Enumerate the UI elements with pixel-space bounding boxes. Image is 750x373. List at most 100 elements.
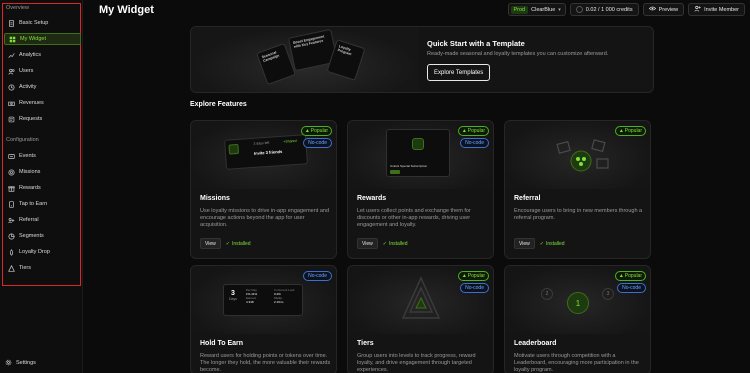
sidebar-item-basic-setup[interactable]: Basic Setup [4, 17, 81, 29]
card-actions: View ✓ Installed [357, 238, 408, 249]
sidebar: Overview Basic Setup My Widget Analytics… [0, 0, 83, 373]
template-preview-image: Seasonal Campaign Boost Engagement with … [191, 27, 419, 92]
sidebar-highlight-box [2, 3, 81, 286]
flame-icon: ▲ [618, 128, 624, 134]
card-description: Let users collect points and exchange th… [357, 208, 471, 228]
sidebar-item-label: Missions [19, 169, 41, 175]
explore-features-title: Explore Features [190, 101, 247, 108]
sidebar-item-tap-to-earn[interactable]: Tap to Earn [4, 198, 81, 210]
eye-icon [648, 5, 656, 14]
sidebar-item-referral[interactable]: Referral [4, 214, 81, 226]
feature-card-referral[interactable]: ▲ Popular Referral Encourage users to bri… [504, 120, 651, 259]
gear-icon [4, 358, 13, 367]
sidebar-item-requests[interactable]: Requests [4, 113, 81, 125]
chart-icon [7, 51, 16, 60]
sidebar-item-loyalty-drop[interactable]: Loyalty Drop [4, 246, 81, 258]
section-overview-label: Overview [6, 5, 29, 11]
sidebar-item-revenues[interactable]: Revenues [4, 97, 81, 109]
installed-label: Installed [231, 240, 251, 247]
sidebar-item-users[interactable]: Users [4, 65, 81, 77]
rank-1-medal: 1 [567, 292, 589, 314]
gift-icon [556, 139, 609, 172]
stat-value: 4 348 [246, 300, 254, 304]
no-code-badge: No-code [617, 283, 646, 293]
reward-label: Unlock Special Subscription [390, 164, 428, 168]
hold-days-number: 3 [231, 290, 235, 297]
settings-label: Settings [16, 359, 36, 366]
sidebar-item-segments[interactable]: Segments [4, 230, 81, 242]
card-title: Rewards [357, 195, 387, 202]
sidebar-item-missions[interactable]: Missions [4, 166, 81, 178]
sidebar-item-label: Basic Setup [19, 20, 49, 26]
rewards-icon [7, 184, 16, 193]
project-selector[interactable]: Prod ClearBlue ▾ [507, 3, 566, 16]
check-icon: ✓ [382, 240, 387, 247]
sidebar-item-activity[interactable]: Activity [4, 81, 81, 93]
card-actions: View ✓ Installed [200, 238, 251, 249]
view-button[interactable]: View [357, 238, 378, 249]
sidebar-item-rewards[interactable]: Rewards [4, 182, 81, 194]
mission-days: 3 days left [253, 140, 270, 146]
sidebar-item-analytics[interactable]: Analytics [4, 49, 81, 61]
card-description: Use loyalty missions to drive in-app eng… [200, 208, 330, 228]
view-button[interactable]: View [200, 238, 221, 249]
explore-templates-button[interactable]: Explore Templates [427, 64, 491, 81]
sidebar-item-my-widget[interactable]: My Widget [4, 33, 81, 45]
badges: ▲ Popular No-code [457, 126, 489, 148]
sidebar-item-events[interactable]: Events [4, 150, 81, 162]
popular-badge: ▲ Popular [457, 126, 489, 136]
sidebar-item-label: Activity [19, 84, 37, 90]
hold-days-unit: Days [229, 297, 237, 301]
users-icon [7, 67, 16, 76]
sidebar-item-tiers[interactable]: Tiers [4, 262, 81, 274]
sidebar-item-label: Events [19, 153, 36, 159]
rank-3-medal: 3 [602, 288, 614, 300]
missions-icon [7, 168, 16, 177]
sidebar-item-label: Loyalty Drop [19, 249, 50, 255]
popular-badge: ▲ Popular [457, 271, 489, 281]
hold-stat-col-2: In Current Lock 0.2% Multip. 2.1%m [274, 288, 302, 304]
sidebar-item-label: Revenues [19, 100, 44, 106]
mission-preview-card: 3 days left +Shared Invite 3 friends [224, 134, 308, 170]
check-icon: ✓ [539, 240, 544, 247]
feature-card-hold-to-earn[interactable]: 3 Days Per Day 1%.41% Earned 4 348 In Cu… [190, 265, 337, 373]
sidebar-item-settings[interactable]: Settings [4, 358, 36, 367]
card-title: Leaderboard [514, 340, 557, 347]
popular-label: Popular [467, 273, 485, 279]
preview-button[interactable]: Preview [642, 3, 685, 16]
invite-member-button[interactable]: Invite Member [688, 3, 745, 16]
add-user-icon [694, 5, 701, 14]
credits-indicator[interactable]: 0.02 / 1 000 credits [569, 3, 639, 16]
view-button[interactable]: View [514, 238, 535, 249]
project-name: ClearBlue [531, 6, 556, 13]
sidebar-item-label: Tiers [19, 265, 32, 271]
badges: ▲ Popular [614, 126, 646, 136]
tiers-icon [7, 264, 16, 273]
feature-card-leaderboard[interactable]: 2 1 3 ▲ Popular No-code Leaderboard Motiv… [504, 265, 651, 373]
card-description: Group users into levels to track progres… [357, 353, 476, 373]
doc-icon [7, 19, 16, 28]
installed-status: ✓ Installed [540, 241, 565, 247]
credits-ring-icon [575, 6, 583, 13]
feature-card-rewards[interactable]: Unlock Special Subscription ▲ Popular No-… [347, 120, 494, 259]
page-title: My Widget [99, 4, 154, 16]
card-title: Missions [200, 195, 230, 202]
sidebar-item-label: Requests [19, 116, 43, 122]
badges: No-code [303, 271, 332, 281]
requests-icon [7, 115, 16, 124]
feature-card-missions[interactable]: 3 days left +Shared Invite 3 friends ▲ Po… [190, 120, 337, 259]
invite-label: Invite Member [704, 6, 739, 13]
popular-badge: ▲ Popular [614, 126, 646, 136]
feature-card-tiers[interactable]: ▲ Popular No-code Tiers Group users into … [347, 265, 494, 373]
drop-icon [7, 248, 16, 257]
card-title: Hold To Earn [200, 340, 244, 347]
card-description: Motivate users through competition with … [514, 353, 639, 373]
hold-preview-card: 3 Days Per Day 1%.41% Earned 4 348 In Cu… [223, 284, 303, 316]
mission-icon [228, 143, 240, 155]
installed-label: Installed [388, 240, 408, 247]
popular-label: Popular [310, 128, 328, 134]
referral-icon [7, 216, 16, 225]
flame-icon: ▲ [461, 273, 467, 279]
flame-icon: ▲ [461, 128, 467, 134]
sidebar-item-label: Segments [19, 233, 44, 239]
